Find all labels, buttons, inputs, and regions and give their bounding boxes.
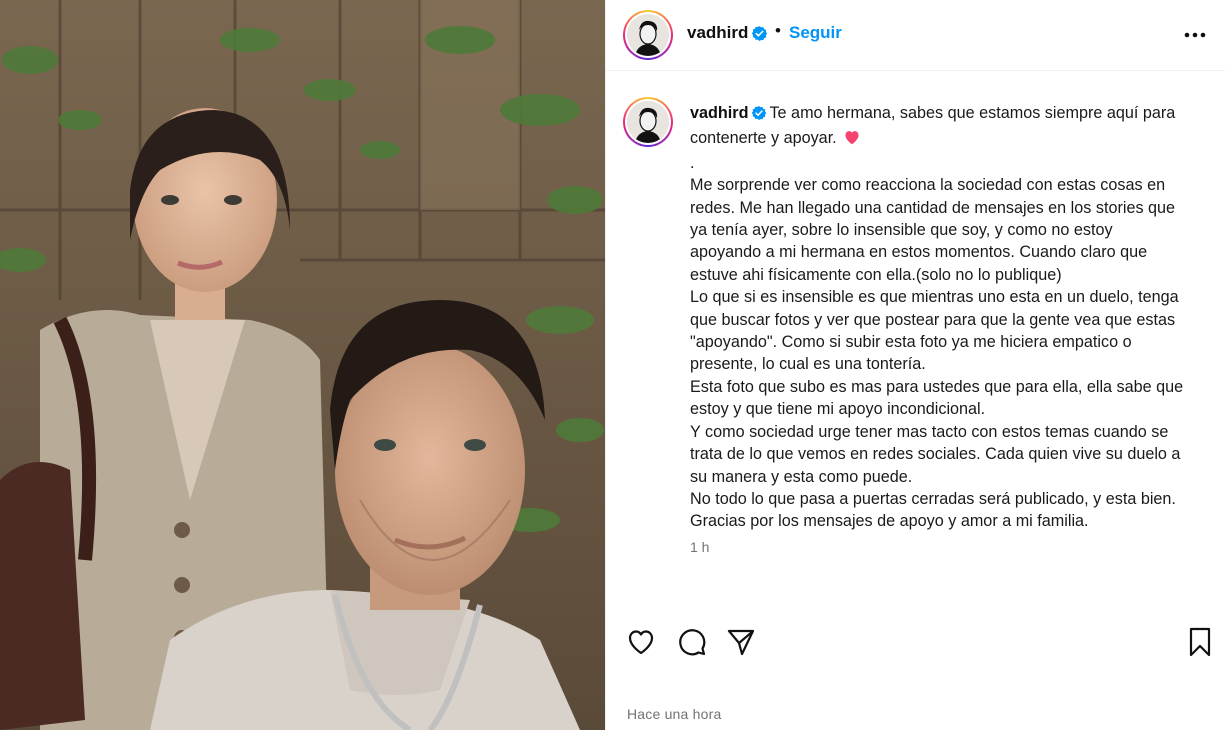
post-timestamp[interactable]: Hace una hora	[627, 706, 721, 722]
heart-icon[interactable]	[625, 626, 657, 658]
caption-line: Esta foto que subo es mas para ustedes q…	[690, 377, 1184, 396]
caption-line: apoyando a mi hermana en estos momentos.…	[690, 243, 1148, 262]
caption-line: su manera y esta como puede.	[690, 467, 913, 486]
send-icon[interactable]	[725, 626, 757, 658]
caption-line: trata de lo que vemos en redes sociales.…	[690, 445, 1181, 464]
caption-line: Y como sociedad urge tener mas tacto con…	[690, 422, 1169, 441]
comment-icon[interactable]	[676, 626, 708, 658]
follow-button[interactable]: Seguir	[789, 23, 842, 43]
pink-heart-emoji-icon	[843, 129, 861, 151]
caption-line: que buscar fotos y ver que postear para …	[690, 310, 1176, 329]
caption-line: .	[690, 153, 695, 172]
avatar-illustration	[627, 14, 669, 56]
caption-line: contenerte y apoyar.	[690, 127, 1210, 151]
post-image	[0, 0, 605, 730]
caption-timestamp[interactable]: 1 h	[690, 539, 709, 555]
caption-author-avatar[interactable]	[623, 97, 673, 147]
bookmark-icon[interactable]	[1184, 626, 1216, 658]
author-avatar[interactable]	[623, 10, 673, 60]
caption-line: Lo que si es insensible es que mientras …	[690, 288, 1179, 307]
post-photo[interactable]	[0, 0, 605, 730]
caption-username[interactable]: vadhird	[690, 104, 748, 122]
author-username[interactable]: vadhird	[687, 23, 748, 43]
post-details-panel: vadhird • Seguir vadhird Te amo hermana,…	[605, 0, 1225, 730]
caption-text: Te amo hermana, sabes que estamos siempr…	[769, 104, 1176, 122]
caption-line: Me sorprende ver como reacciona la socie…	[690, 176, 1166, 195]
caption-line: ya tenía ayer, sobre lo insensible que s…	[690, 221, 1113, 240]
instagram-post-view: vadhird • Seguir vadhird Te amo hermana,…	[0, 0, 1225, 730]
separator-dot: •	[775, 21, 781, 40]
caption-line: presente, lo cual es una tontería.	[690, 355, 926, 374]
post-caption: vadhird Te amo hermana, sabes que estamos…	[690, 102, 1210, 533]
post-action-bar	[606, 620, 1225, 664]
verified-badge-icon	[751, 105, 767, 127]
caption-line: "apoyando". Como si subir esta foto ya m…	[690, 333, 1132, 352]
caption-line: estuve ahi físicamente con ella.(solo no…	[690, 265, 1062, 284]
avatar-illustration	[627, 101, 669, 143]
caption-text: contenerte y apoyar.	[690, 129, 837, 148]
verified-badge-icon	[751, 25, 768, 43]
more-horizontal-icon[interactable]	[1182, 22, 1208, 48]
caption-line: estoy y que tiene mi apoyo incondicional…	[690, 400, 986, 419]
caption-line: redes. Me han llegado una cantidad de me…	[690, 198, 1176, 217]
caption-first-line: vadhird Te amo hermana, sabes que estamos…	[690, 102, 1210, 127]
caption-line: Gracias por los mensajes de apoyo y amor…	[690, 512, 1089, 531]
caption-line: No todo lo que pasa a puertas cerradas s…	[690, 489, 1176, 508]
post-header: vadhird • Seguir	[606, 0, 1225, 71]
